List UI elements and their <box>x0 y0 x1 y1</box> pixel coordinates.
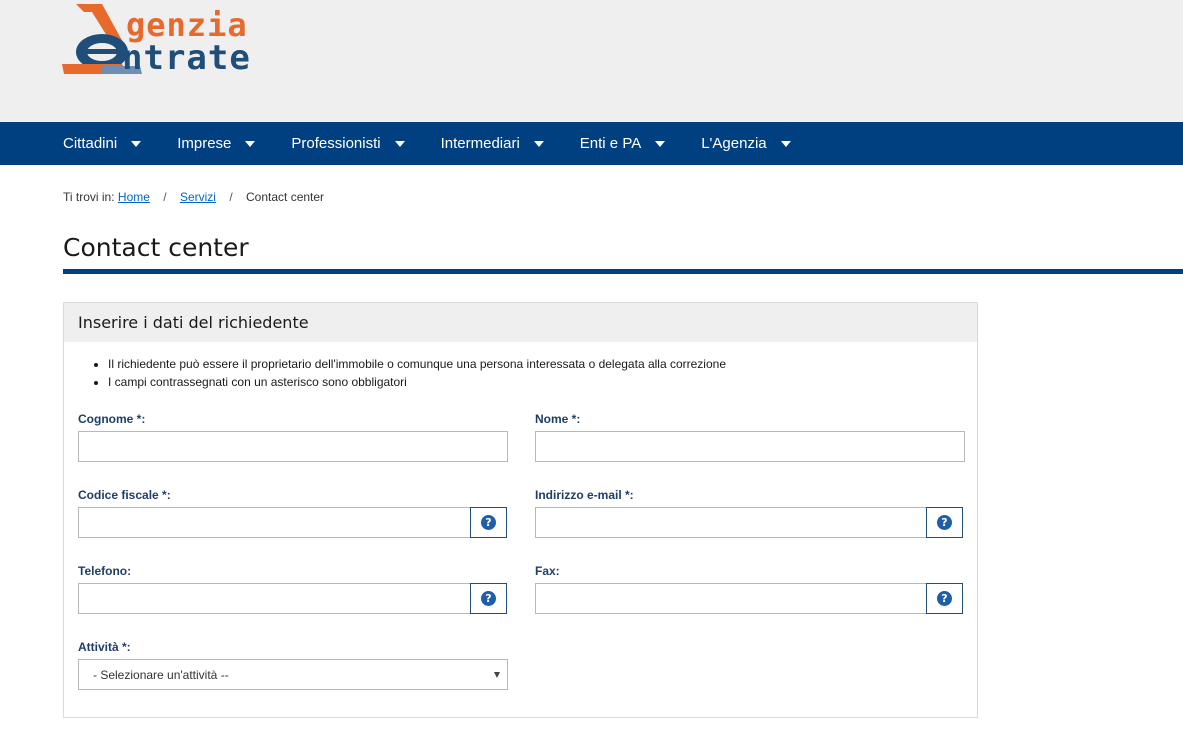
nav-item-label: Enti e PA <box>579 135 642 152</box>
nav-item-enti-e-pa[interactable]: Enti e PA <box>579 122 666 165</box>
panel-heading-text: Inserire i dati del richiedente <box>78 313 309 332</box>
cognome-input[interactable] <box>78 431 508 462</box>
codice-fiscale-input[interactable] <box>78 507 471 538</box>
attivita-selected-value: - Selezionare un'attività -- <box>93 667 229 682</box>
nav-item-label: L'Agenzia <box>701 135 767 152</box>
breadcrumb-separator: / <box>229 190 233 204</box>
codice-fiscale-label: Codice fiscale *: <box>78 488 171 502</box>
codice-fiscale-help-button[interactable]: ? <box>470 507 507 538</box>
note-item: Il richiedente può essere il proprietari… <box>108 355 726 373</box>
nome-label: Nome *: <box>535 412 581 426</box>
question-circle-icon: ? <box>481 591 496 606</box>
nav-item-label: Imprese <box>177 135 232 152</box>
caret-down-icon <box>131 140 142 147</box>
email-label: Indirizzo e-mail *: <box>535 488 634 502</box>
fax-help-button[interactable]: ? <box>926 583 963 614</box>
fax-label: Fax: <box>535 564 560 578</box>
nav-item-intermediari[interactable]: Intermediari <box>441 122 544 165</box>
attivita-label: Attività *: <box>78 640 131 654</box>
main-navigation: Cittadini Imprese Professionisti Interme… <box>0 122 1183 165</box>
caret-down-icon <box>780 140 791 147</box>
breadcrumb-separator: / <box>163 190 167 204</box>
panel-heading: Inserire i dati del richiedente <box>64 303 977 342</box>
telefono-label: Telefono: <box>78 564 132 578</box>
logo-text-entrate: ntrate <box>122 38 251 78</box>
breadcrumb: Ti trovi in: Home / Servizi / Contact ce… <box>63 190 324 204</box>
nav-item-cittadini[interactable]: Cittadini <box>63 122 142 165</box>
nav-item-professionisti[interactable]: Professionisti <box>291 122 405 165</box>
page-title: Contact center <box>63 233 249 262</box>
email-help-button[interactable]: ? <box>926 507 963 538</box>
question-circle-icon: ? <box>937 515 952 530</box>
breadcrumb-link-servizi[interactable]: Servizi <box>180 190 216 204</box>
email-input[interactable] <box>535 507 927 538</box>
caret-down-icon <box>533 140 544 147</box>
fax-input[interactable] <box>535 583 927 614</box>
nav-item-imprese[interactable]: Imprese <box>177 122 256 165</box>
nav-item-agenzia[interactable]: L'Agenzia <box>701 122 791 165</box>
requester-form-panel: Inserire i dati del richiedente Il richi… <box>63 302 978 718</box>
note-item: I campi contrassegnati con un asterisco … <box>108 373 726 391</box>
nav-item-label: Intermediari <box>440 135 520 152</box>
nav-item-label: Cittadini <box>63 135 118 152</box>
title-divider <box>63 269 1183 274</box>
nome-input[interactable] <box>535 431 965 462</box>
dropdown-arrow-icon <box>494 672 500 678</box>
breadcrumb-prefix: Ti trovi in: <box>63 190 115 204</box>
site-header: genzia ntrate <box>0 0 1183 122</box>
attivita-select[interactable]: - Selezionare un'attività -- <box>78 659 508 690</box>
cognome-label: Cognome *: <box>78 412 146 426</box>
question-circle-icon: ? <box>937 591 952 606</box>
caret-down-icon <box>245 140 256 147</box>
caret-down-icon <box>394 140 405 147</box>
nav-item-label: Professionisti <box>291 135 381 152</box>
form-notes: Il richiedente può essere il proprietari… <box>108 355 726 391</box>
caret-down-icon <box>655 140 666 147</box>
telefono-help-button[interactable]: ? <box>470 583 507 614</box>
question-circle-icon: ? <box>481 515 496 530</box>
breadcrumb-link-home[interactable]: Home <box>118 190 150 204</box>
breadcrumb-current: Contact center <box>246 190 325 204</box>
telefono-input[interactable] <box>78 583 471 614</box>
